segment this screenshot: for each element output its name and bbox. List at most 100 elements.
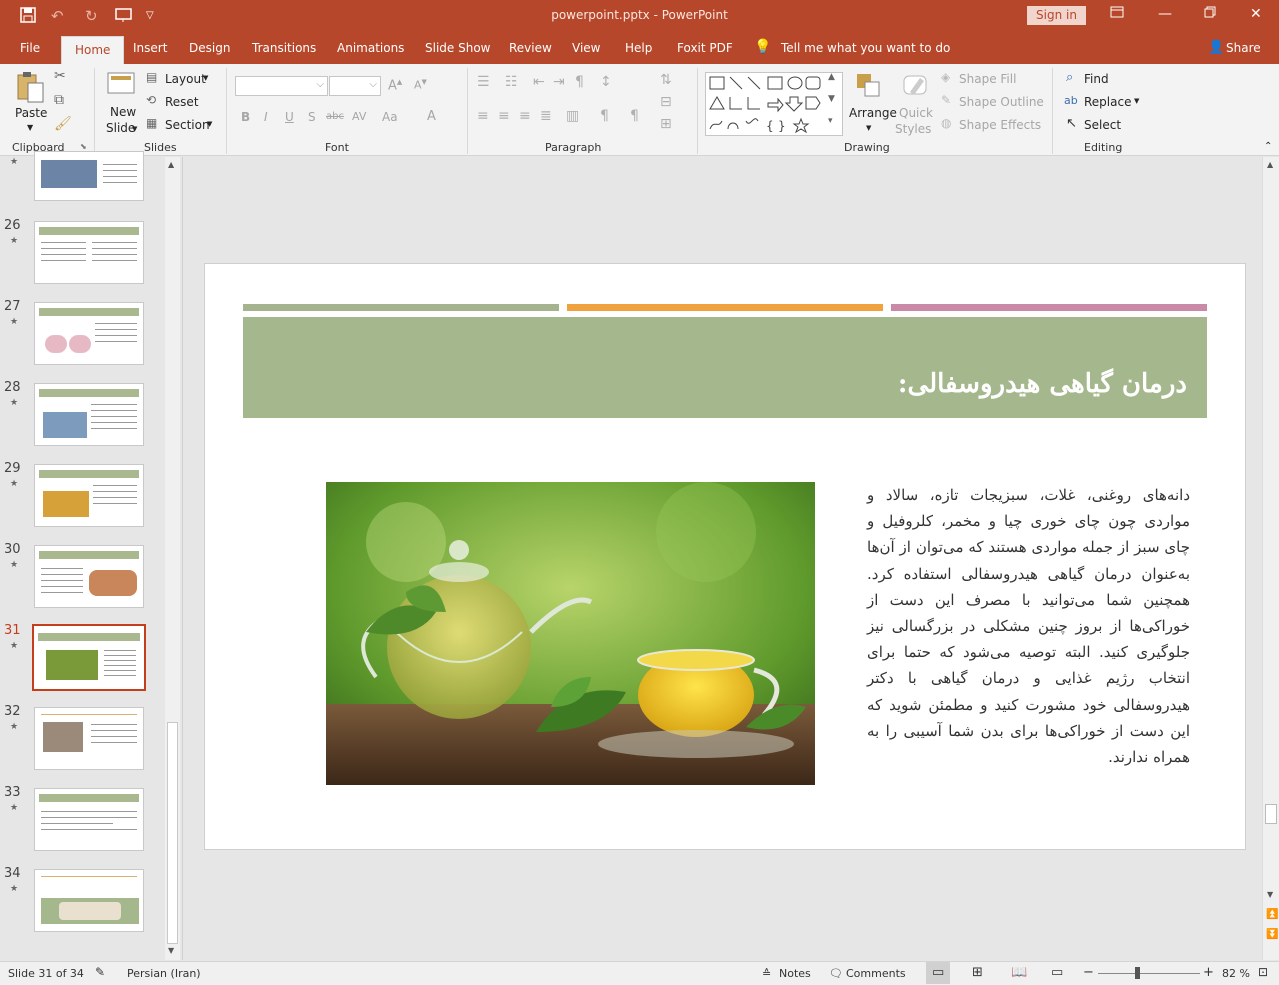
bullets-icon[interactable]: ☰ [477,74,490,90]
fit-to-window-icon[interactable]: ⊡ [1258,965,1268,979]
thumbnail-slide-27[interactable] [34,302,144,365]
quick-styles-label-2[interactable]: Styles [895,122,931,136]
align-right-icon[interactable]: ≡ [519,108,531,124]
normal-view-icon[interactable]: ▭ [932,965,944,980]
thumbnail-slide-30[interactable] [34,545,144,608]
arrange-icon[interactable] [855,72,883,103]
comments-button[interactable]: Comments [846,967,906,980]
tab-foxit-pdf[interactable]: Foxit PDF [677,41,733,55]
next-slide-icon[interactable]: ⏬ [1266,929,1278,940]
collapse-ribbon-icon[interactable]: ⌃ [1264,141,1272,152]
scroll-up-icon[interactable]: ▲ [1267,160,1273,169]
thumbnail-slide-26[interactable] [34,221,144,284]
tab-transitions[interactable]: Transitions [252,41,316,55]
spell-check-icon[interactable]: ✎ [95,965,105,979]
underline-button[interactable]: U [285,110,294,124]
slide-canvas[interactable]: درمان گیاهی هیدروسفالی: [204,263,1246,850]
tab-file[interactable]: File [20,41,40,55]
strikethrough-button[interactable]: abc [326,111,344,122]
green-tea-photo[interactable] [326,482,815,785]
share-button[interactable]: Share [1226,41,1261,55]
find-button[interactable]: Find [1084,72,1109,86]
ltr-icon[interactable]: ¶ [600,108,609,124]
columns-icon[interactable]: ▥ [566,108,579,124]
clipboard-launcher-icon[interactable]: ⬊ [80,142,87,151]
decrease-indent-icon[interactable]: ⇤ [533,74,545,90]
new-slide-icon[interactable] [106,70,138,101]
format-painter-icon[interactable]: 🖌 [54,116,72,132]
font-size-combo[interactable]: ⌵ [329,76,381,96]
sign-in-button[interactable]: Sign in [1027,6,1086,25]
thumbnail-slide-32[interactable] [34,707,144,770]
shapes-more-icon[interactable]: ▾ [828,116,833,126]
close-icon[interactable]: ✕ [1250,6,1262,22]
thumbnail-slide-29[interactable] [34,464,144,527]
rtl-paragraph-icon[interactable]: ¶ [630,108,639,124]
paste-dropdown-icon[interactable]: ▼ [27,123,33,132]
font-color-button[interactable]: A [427,109,436,124]
shapes-scroll-up-icon[interactable]: ▲ [828,72,835,82]
new-slide-label-1[interactable]: New [110,105,136,119]
thumbnail-scrollbar[interactable]: ▲ ▼ [165,157,180,960]
restore-icon[interactable] [1204,6,1216,22]
justify-icon[interactable]: ≣ [540,108,552,124]
language-indicator[interactable]: Persian (Iran) [127,967,201,980]
font-name-combo[interactable]: ⌵ [235,76,328,96]
align-text-icon[interactable]: ⊟ [660,94,672,110]
slide-sorter-icon[interactable]: ⊞ [972,965,983,980]
shapes-scroll-down-icon[interactable]: ▼ [828,94,835,104]
slide-body-text[interactable]: دانه‌های روغنی، غلات، سبزیجات تازه، سالا… [867,482,1190,770]
scroll-thumb[interactable] [167,722,178,944]
previous-slide-icon[interactable]: ⏫ [1266,909,1278,920]
editor-scrollbar[interactable]: ▲ ▼ ⏫ ⏬ [1262,157,1279,960]
shape-fill-button[interactable]: Shape Fill [959,72,1016,86]
shape-effects-button[interactable]: Shape Effects [959,118,1041,132]
zoom-out-icon[interactable]: − [1083,965,1094,980]
increase-indent-icon[interactable]: ⇥ [553,74,565,90]
tab-view[interactable]: View [572,41,600,55]
scroll-up-icon[interactable]: ▲ [168,160,174,169]
smartart-icon[interactable]: ⊞ [660,116,672,132]
italic-button[interactable]: I [264,110,268,124]
character-spacing-icon[interactable]: AV [352,110,366,123]
tab-review[interactable]: Review [509,41,552,55]
arrange-dropdown-icon[interactable]: ▼ [866,124,871,132]
paste-icon[interactable] [14,70,46,107]
quick-styles-label-1[interactable]: Quick [899,106,933,120]
scroll-thumb[interactable] [1265,804,1277,824]
new-slide-dropdown-icon[interactable]: ▼ [132,125,137,133]
quick-styles-icon[interactable] [902,72,930,103]
tell-me-search[interactable]: Tell me what you want to do [781,41,950,55]
shapes-gallery[interactable]: {} [705,72,843,136]
increase-font-icon[interactable]: A▲ [388,78,402,93]
line-spacing-icon[interactable]: ↕ [600,74,612,90]
bold-button[interactable]: B [241,110,250,124]
select-button[interactable]: Select [1084,118,1121,132]
section-button[interactable]: Section [165,118,210,132]
thumbnail-slide-34[interactable] [34,869,144,932]
thumbnail-slide-33[interactable] [34,788,144,851]
cut-icon[interactable]: ✂ [54,68,66,84]
tab-home[interactable]: Home [61,36,125,64]
zoom-in-icon[interactable]: + [1203,965,1214,980]
change-case-button[interactable]: Aa [382,110,398,124]
section-dropdown-icon[interactable]: ▼ [207,120,212,128]
scroll-down-icon[interactable]: ▼ [168,946,174,955]
replace-button[interactable]: Replace [1084,95,1131,109]
numbering-icon[interactable]: ☷ [505,74,518,90]
paste-button[interactable]: Paste [15,106,47,120]
tab-design[interactable]: Design [189,41,230,55]
copy-icon[interactable]: ⧉ [54,92,64,108]
tab-insert[interactable]: Insert [133,41,167,55]
decrease-font-icon[interactable]: A▼ [414,78,427,92]
reset-button[interactable]: Reset [165,95,199,109]
layout-button[interactable]: Layout [165,72,206,86]
slide-title[interactable]: درمان گیاهی هیدروسفالی: [898,369,1187,399]
text-direction-icon[interactable]: ⇅ [660,72,672,88]
thumbnail-slide-25[interactable] [34,151,144,201]
align-left-icon[interactable]: ≡ [477,108,489,124]
tab-animations[interactable]: Animations [337,41,404,55]
thumbnail-slide-31-selected[interactable] [32,624,146,691]
tab-slide-show[interactable]: Slide Show [425,41,490,55]
replace-dropdown-icon[interactable]: ▼ [1134,97,1139,105]
